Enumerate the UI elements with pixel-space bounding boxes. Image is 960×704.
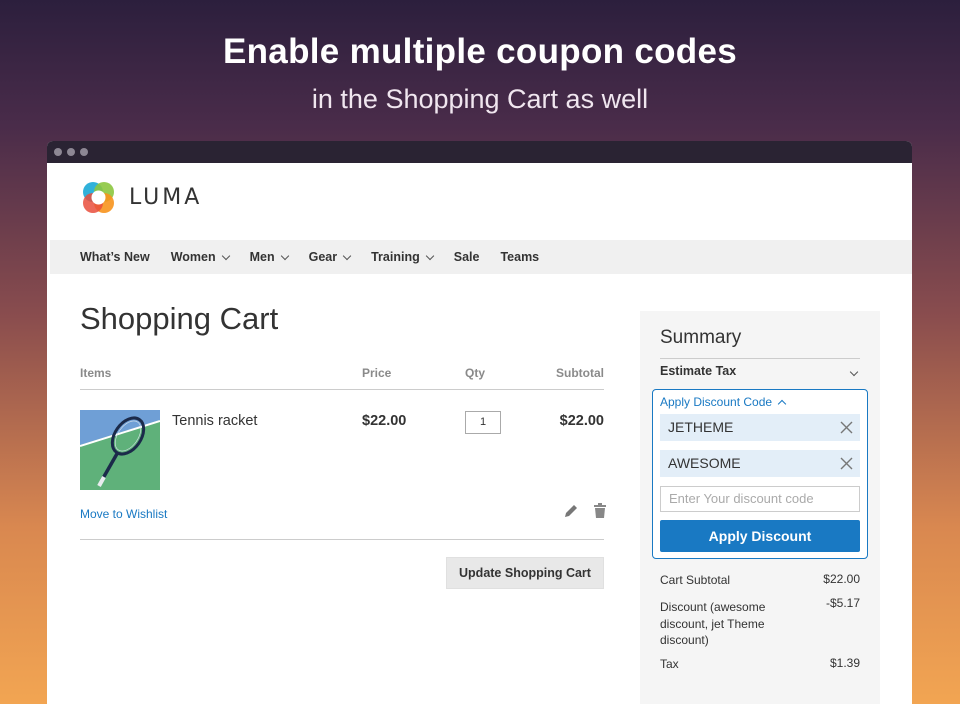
apply-discount-toggle[interactable]: Apply Discount Code: [660, 395, 787, 409]
chevron-down-icon: [221, 251, 230, 260]
trash-icon[interactable]: [593, 503, 607, 519]
site-logo[interactable]: LUMA: [80, 179, 202, 216]
tax-label: Tax: [660, 657, 679, 671]
nav-label: Training: [371, 250, 420, 264]
tax-value: $1.39: [829, 656, 860, 670]
chevron-up-icon: [777, 399, 787, 408]
discount-label: Discount (awesome discount, jet Theme di…: [660, 600, 766, 647]
window-dot-icon: [67, 148, 75, 156]
applied-coupon-chip: JETHEME: [660, 414, 860, 441]
estimate-tax-label: Estimate Tax: [660, 364, 737, 378]
apply-discount-button[interactable]: Apply Discount: [660, 520, 860, 552]
window-dot-icon: [80, 148, 88, 156]
main-nav: What’s New Women Men Gear Training Sale …: [50, 240, 912, 274]
discount-code-input[interactable]: Enter Your discount code: [660, 486, 860, 512]
estimate-tax-toggle[interactable]: Estimate Tax: [660, 364, 860, 386]
nav-label: Sale: [453, 250, 480, 264]
chevron-down-icon: [280, 251, 289, 260]
chevron-down-icon: [425, 251, 434, 260]
nav-item-teams[interactable]: Teams: [500, 250, 539, 264]
divider: [80, 389, 604, 390]
browser-window: LUMA What’s New Women Men Gear Training …: [47, 141, 912, 704]
nav-item-training[interactable]: Training: [371, 250, 434, 264]
nav-item-sale[interactable]: Sale: [454, 250, 480, 264]
window-titlebar: [47, 141, 912, 163]
divider: [80, 539, 604, 540]
divider: [660, 358, 860, 359]
chevron-down-icon: [849, 367, 859, 377]
hero-title: Enable multiple coupon codes: [222, 32, 738, 71]
close-icon[interactable]: [840, 421, 853, 434]
column-header-subtotal: Subtotal: [556, 366, 604, 380]
update-cart-button[interactable]: Update Shopping Cart: [446, 557, 604, 589]
nav-item-women[interactable]: Women: [170, 250, 230, 264]
cart-subtotal-label: Cart Subtotal: [660, 573, 731, 587]
coupon-code-label: AWESOME: [668, 455, 741, 471]
discount-value: -$5.17: [825, 596, 860, 610]
nav-item-whats-new[interactable]: What’s New: [80, 250, 150, 264]
nav-label: Teams: [500, 250, 540, 264]
product-subtotal: $22.00: [559, 413, 604, 429]
nav-item-men[interactable]: Men: [249, 250, 289, 264]
move-to-wishlist-link[interactable]: Move to Wishlist: [80, 507, 167, 521]
cart-subtotal-value: $22.00: [823, 572, 860, 586]
column-header-qty: Qty: [465, 366, 486, 380]
nav-label: Women: [170, 250, 216, 264]
product-name[interactable]: Tennis racket: [172, 413, 257, 429]
summary-title: Summary: [660, 327, 742, 348]
discount-code-panel: Apply Discount Code JETHEME AWESOME Ente…: [652, 389, 868, 559]
coupon-code-label: JETHEME: [668, 419, 734, 435]
nav-label: What’s New: [80, 250, 150, 264]
nav-item-gear[interactable]: Gear: [308, 250, 352, 264]
product-price: $22.00: [362, 413, 407, 429]
quantity-input[interactable]: 1: [465, 411, 501, 434]
pencil-icon[interactable]: [563, 503, 579, 519]
column-header-items: Items: [80, 366, 112, 380]
summary-panel: Summary Estimate Tax Apply Discount Code…: [640, 311, 880, 704]
column-header-price: Price: [362, 366, 392, 380]
page-title: Shopping Cart: [80, 301, 279, 336]
applied-coupon-chip: AWESOME: [660, 450, 860, 477]
chevron-down-icon: [342, 251, 352, 260]
luma-logo-icon: [83, 182, 114, 213]
close-icon[interactable]: [840, 457, 853, 470]
logo-text: LUMA: [129, 185, 203, 210]
tennis-racket-image[interactable]: [80, 410, 160, 490]
apply-discount-toggle-label: Apply Discount Code: [660, 395, 773, 409]
window-dot-icon: [54, 148, 62, 156]
hero-subtitle: in the Shopping Cart as well: [311, 84, 649, 114]
nav-label: Gear: [308, 250, 338, 264]
nav-label: Men: [249, 250, 275, 264]
